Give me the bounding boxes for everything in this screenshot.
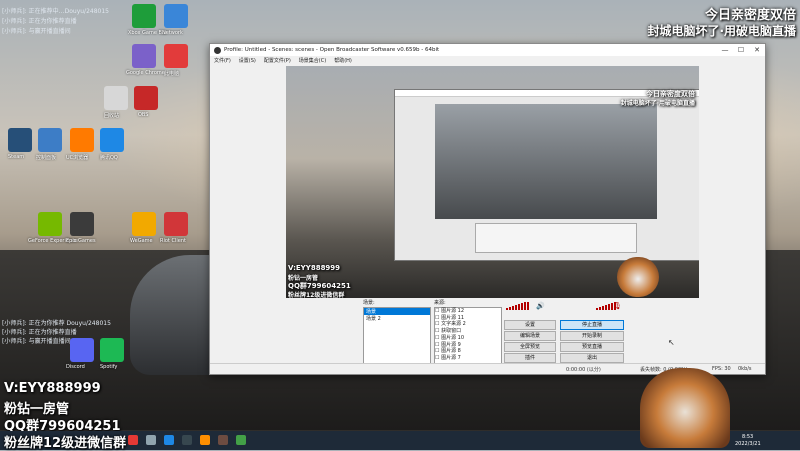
taskbar-app-icon[interactable] xyxy=(218,435,228,445)
source-item[interactable]: ☐ 图片源 10 xyxy=(435,335,501,342)
menu-profile[interactable]: 配置文件(P) xyxy=(264,57,291,64)
preview-stream-button[interactable]: 预览直播 xyxy=(560,342,624,352)
bitrate-readout: 0kb/s xyxy=(738,366,752,372)
start-recording-button[interactable]: 开始录制 xyxy=(560,331,624,341)
fox-avatar-preview xyxy=(617,257,659,297)
window-titlebar[interactable]: Profile: Untitled - Scenes: scenes - Ope… xyxy=(210,44,765,56)
chrome-icon xyxy=(132,44,156,68)
fullscreen-preview-button[interactable]: 全屏预览 xyxy=(504,342,556,352)
stream-time: 0:00:00 (以分) xyxy=(566,367,601,373)
sources-list[interactable]: ☐ 图片源 12 ☐ 图片源 11 ☐ 文字来源 2 ☐ 获取窗口 ☐ 图片源 … xyxy=(434,307,502,364)
riot-icon xyxy=(164,212,188,236)
taskbar-app-icon[interactable] xyxy=(200,435,210,445)
microphone-icon[interactable]: 🎙 xyxy=(613,302,622,310)
scenes-label: 场景: xyxy=(363,300,375,306)
chat-log-line: [小师兵]: 正在为你推荐 Douyu/248015 xyxy=(2,320,111,327)
menu-bar: 文件(F) 设置(S) 配置文件(P) 场景集合(C) 帮助(H) xyxy=(210,56,765,65)
close-icon[interactable]: ✕ xyxy=(749,46,765,54)
streamer-badge: 粉丝牌12级进微信群 xyxy=(4,436,127,451)
menu-help[interactable]: 帮助(H) xyxy=(334,57,352,64)
epic-games-icon xyxy=(70,212,94,236)
sources-label: 来源: xyxy=(434,300,446,306)
stop-stream-button[interactable]: 停止直播 xyxy=(560,320,624,330)
speaker-icon[interactable]: 🔊 xyxy=(536,302,545,310)
fox-avatar xyxy=(640,368,730,448)
geforce-icon xyxy=(38,212,62,236)
taskbar-app-icon[interactable] xyxy=(146,435,156,445)
network-icon xyxy=(164,4,188,28)
control-panel-icon xyxy=(38,128,62,152)
settings-button[interactable]: 设置 xyxy=(504,320,556,330)
wegame-icon xyxy=(132,212,156,236)
xbox-icon xyxy=(132,4,156,28)
menu-scene-collection[interactable]: 场景集合(C) xyxy=(299,57,326,64)
audio-meter-left xyxy=(506,302,529,310)
exit-button[interactable]: 退出 xyxy=(560,353,624,363)
clock-date[interactable]: 2022/3/21 xyxy=(735,441,761,447)
overlay-line-1: 今日亲密度双倍 xyxy=(704,8,796,23)
preview-overlay-line-2: 封城电脑坏了·用破电脑直播 xyxy=(620,100,695,107)
chat-log-line: [小师兵]: 正在推荐中…Douyu/248015 xyxy=(2,8,109,15)
scene-item[interactable]: 场景 2 xyxy=(364,315,430,322)
clock-time[interactable]: 8:53 xyxy=(742,434,753,440)
maximize-icon[interactable]: ☐ xyxy=(733,46,749,54)
source-item[interactable]: ☐ 获取窗口 xyxy=(435,328,501,335)
obs-window[interactable]: Profile: Untitled - Scenes: scenes - Ope… xyxy=(209,43,766,375)
plugins-button[interactable]: 插件 xyxy=(504,353,556,363)
edit-scene-button[interactable]: 编辑场景 xyxy=(504,331,556,341)
taskbar-app-icon[interactable] xyxy=(182,435,192,445)
recycle-bin-icon xyxy=(104,86,128,110)
scenes-list[interactable]: 场景 场景 2 xyxy=(363,307,431,364)
spotify-icon xyxy=(100,338,124,362)
mouse-cursor-icon: ↖ xyxy=(668,338,675,347)
menu-settings[interactable]: 设置(S) xyxy=(239,57,256,64)
window-title: Profile: Untitled - Scenes: scenes - Ope… xyxy=(224,47,440,53)
taskbar-app-icon[interactable] xyxy=(164,435,174,445)
fps-readout: FPS: 30 xyxy=(712,366,731,372)
preview-badge: 粉丝牌12级进微信群 xyxy=(288,292,345,298)
obs-icon xyxy=(134,86,158,110)
taskbar-app-icon[interactable] xyxy=(128,435,138,445)
minimize-icon[interactable]: — xyxy=(717,46,733,54)
source-item[interactable]: ☐ 图片源 8 xyxy=(435,348,501,355)
steam-icon xyxy=(8,128,32,152)
chat-log-line: [小师兵]: 与赢开播直播间 xyxy=(2,28,71,35)
source-item[interactable]: ☐ 图片源 12 xyxy=(435,308,501,315)
qq-icon xyxy=(100,128,124,152)
overlay-line-2: 封城电脑坏了·用破电脑直播 xyxy=(647,24,796,38)
preview-vx: V:EYY888999 xyxy=(288,264,341,272)
chat-log-line: [小师兵]: 正在为你推荐直播 xyxy=(2,18,77,25)
source-item[interactable]: ☐ 图片源 7 xyxy=(435,355,501,362)
discord-icon xyxy=(70,338,94,362)
obs-app-icon xyxy=(214,46,221,54)
taskbar-app-icon[interactable] xyxy=(236,435,246,445)
chat-log-line: [小师兵]: 与赢开播直播间 xyxy=(2,338,71,345)
uc-browser-icon xyxy=(70,128,94,152)
menu-file[interactable]: 文件(F) xyxy=(214,57,231,64)
streamer-vx: V:EYY888999 xyxy=(4,381,101,396)
nested-obs-preview xyxy=(394,89,699,261)
chat-log-line: [小师兵]: 正在为你推荐直播 xyxy=(2,329,77,336)
computer-icon xyxy=(164,44,188,68)
scene-item[interactable]: 场景 xyxy=(364,308,430,315)
